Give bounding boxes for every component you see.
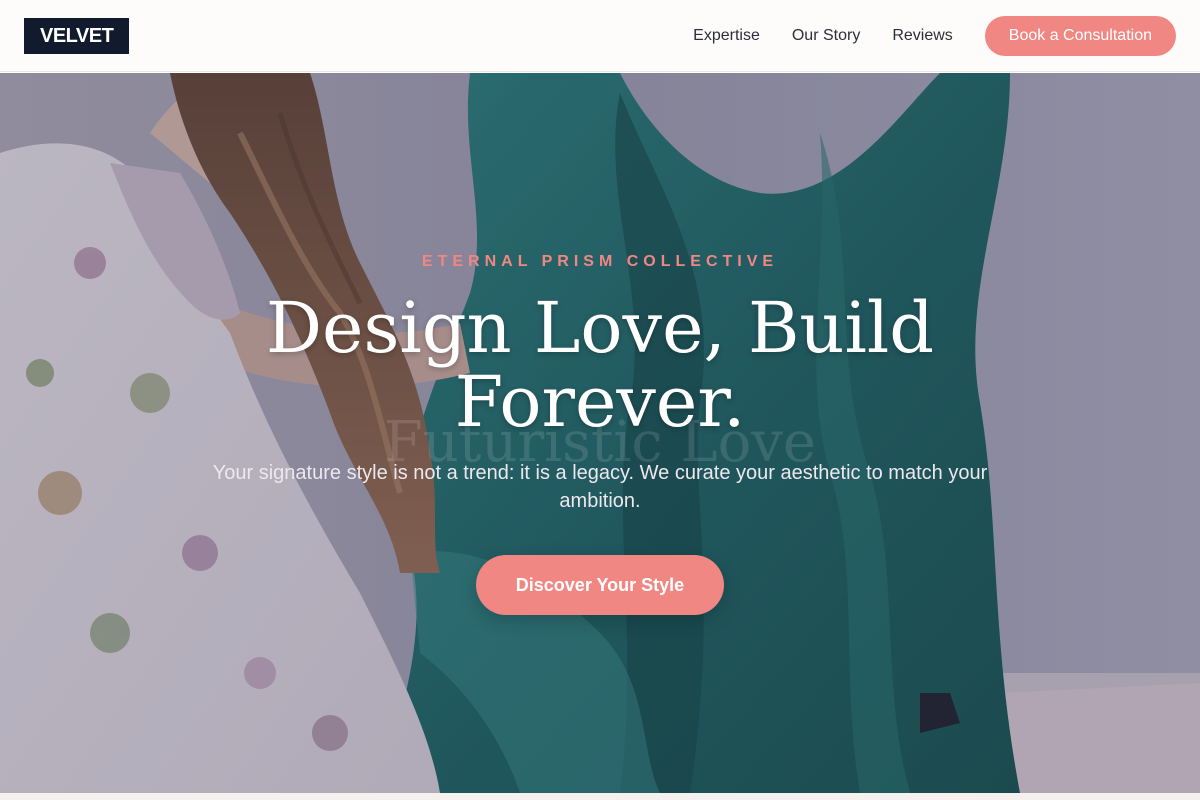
hero-content: ETERNAL PRISM COLLECTIVE Futuristic Love… — [0, 73, 1200, 793]
hero-subtitle: Your signature style is not a trend: it … — [212, 462, 988, 512]
brand-logo[interactable]: VELVET — [24, 18, 130, 54]
hero-section: ETERNAL PRISM COLLECTIVE Futuristic Love… — [0, 73, 1200, 793]
page-bottom-strip — [0, 793, 1200, 800]
hero-eyebrow: ETERNAL PRISM COLLECTIVE — [421, 253, 779, 270]
nav-link-our-story[interactable]: Our Story — [792, 27, 860, 45]
hero-headline: Design Love, Build Forever. — [265, 287, 935, 443]
site-header: VELVET Expertise Our Story Reviews Book … — [0, 0, 1200, 72]
main-nav: Expertise Our Story Reviews Book a Consu… — [693, 16, 1176, 56]
nav-link-expertise[interactable]: Expertise — [693, 27, 760, 45]
book-consultation-button[interactable]: Book a Consultation — [984, 16, 1176, 56]
nav-link-reviews[interactable]: Reviews — [892, 27, 952, 45]
discover-style-button[interactable]: Discover Your Style — [476, 555, 724, 615]
